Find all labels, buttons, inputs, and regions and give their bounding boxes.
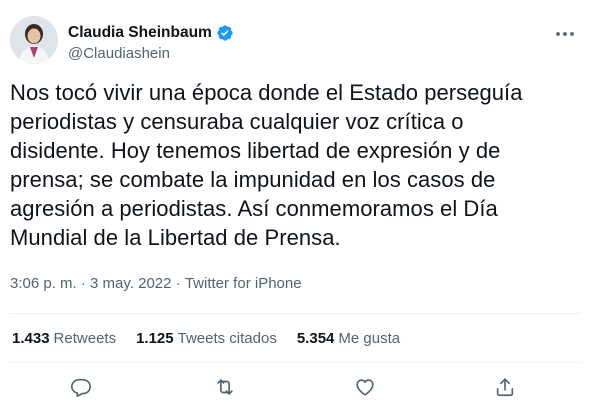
author-handle[interactable]: @Claudiashein	[68, 45, 170, 62]
tweet-date[interactable]: 3 may. 2022	[90, 275, 171, 292]
tweet-actions	[0, 372, 591, 404]
quote-tweets-stat[interactable]: 1.125 Tweets citados	[136, 330, 277, 347]
likes-label: Me gusta	[338, 330, 401, 347]
more-options-icon[interactable]	[553, 22, 577, 46]
retweets-label: Retweets	[53, 330, 117, 347]
verified-badge-icon	[216, 24, 234, 42]
tweet-meta: 3:06 p. m. · 3 may. 2022 · Twitter for i…	[10, 275, 302, 292]
divider	[10, 362, 581, 363]
likes-stat[interactable]: 5.354 Me gusta	[297, 330, 400, 347]
tweet-time[interactable]: 3:06 p. m.	[10, 275, 77, 292]
reply-icon[interactable]	[70, 376, 92, 398]
quote-tweets-count: 1.125	[136, 330, 174, 347]
author-name-row: Claudia Sheinbaum	[68, 23, 234, 43]
tweet-stats: 1.433 Retweets 1.125 Tweets citados 5.354 M…	[12, 330, 420, 347]
tweet-header: Claudia Sheinbaum @Claudiashein	[10, 10, 579, 66]
avatar[interactable]	[10, 16, 58, 64]
author-name[interactable]: Claudia Sheinbaum	[68, 23, 212, 43]
retweet-icon[interactable]	[214, 376, 236, 398]
share-icon[interactable]	[494, 376, 516, 398]
quote-tweets-label: Tweets citados	[177, 330, 277, 347]
divider	[10, 313, 581, 314]
tweet-text: Nos tocó vivir una época donde el Estado…	[10, 80, 523, 250]
tweet-source[interactable]: Twitter for iPhone	[185, 275, 302, 292]
likes-count: 5.354	[296, 330, 335, 347]
retweets-count: 1.433	[12, 330, 50, 347]
avatar-image	[10, 16, 58, 64]
retweets-stat[interactable]: 1.433 Retweets	[12, 330, 116, 347]
meta-separator: ·	[76, 275, 91, 292]
meta-separator: ·	[171, 275, 185, 292]
heart-icon[interactable]	[354, 376, 376, 398]
